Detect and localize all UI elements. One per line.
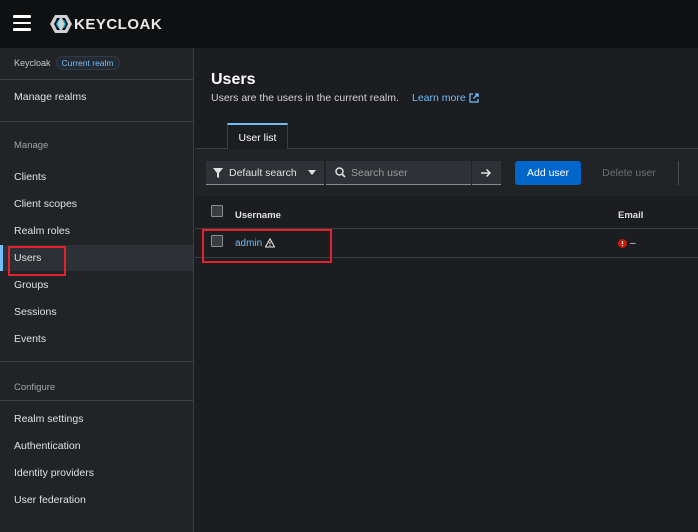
add-user-button[interactable]: Add user [515, 161, 581, 185]
column-header-email[interactable]: Email [618, 210, 643, 221]
divider [0, 121, 193, 122]
select-all-checkbox[interactable] [211, 205, 223, 217]
sidebar: Keycloak Current realm Manage realms Man… [0, 48, 194, 532]
search-type-label: Default search [229, 166, 297, 179]
sidebar-item-events[interactable]: Events [0, 326, 193, 352]
divider [0, 79, 193, 80]
search-icon [335, 167, 346, 178]
sidebar-item-identity-providers[interactable]: Identity providers [0, 460, 193, 486]
sidebar-item-client-scopes[interactable]: Client scopes [0, 191, 193, 217]
section-title-configure: Configure [14, 382, 56, 393]
username-link[interactable]: admin [235, 238, 262, 249]
current-realm-badge: Current realm [55, 56, 120, 70]
sidebar-item-clients[interactable]: Clients [0, 164, 193, 190]
realm-name: Keycloak [14, 58, 51, 68]
row-checkbox[interactable] [211, 235, 223, 247]
toolbar: Default search Add user Delete user [195, 149, 698, 196]
arrow-right-icon [481, 168, 492, 177]
sidebar-item-groups[interactable]: Groups [0, 272, 193, 298]
email-value: – [630, 238, 636, 249]
main-content: Users Users are the users in the current… [195, 48, 698, 532]
keycloak-logo[interactable]: KEYCLOAK [50, 14, 162, 34]
sidebar-item-realm-roles[interactable]: Realm roles [0, 218, 193, 244]
sidebar-item-user-federation[interactable]: User federation [0, 487, 193, 513]
table-header: Username Email [195, 198, 698, 229]
external-link-icon [469, 93, 479, 103]
error-circle-icon [618, 239, 627, 248]
page-title: Users [211, 71, 256, 88]
sidebar-item-sessions[interactable]: Sessions [0, 299, 193, 325]
section-title-manage: Manage [14, 140, 49, 151]
caret-down-icon [308, 170, 316, 175]
search-input[interactable] [351, 166, 471, 179]
search-field[interactable] [326, 161, 471, 185]
divider [0, 361, 193, 362]
toolbar-separator [678, 161, 679, 185]
realm-selector[interactable]: Keycloak Current realm [14, 56, 120, 70]
hamburger-menu-icon[interactable] [13, 15, 31, 31]
divider [0, 400, 193, 401]
learn-more-label: Learn more [412, 92, 466, 104]
sidebar-item-authentication[interactable]: Authentication [0, 433, 193, 459]
delete-user-button[interactable]: Delete user [595, 161, 663, 185]
sidebar-item-manage-realms[interactable]: Manage realms [0, 84, 193, 110]
warning-icon [265, 238, 275, 248]
sidebar-item-realm-settings[interactable]: Realm settings [0, 406, 193, 432]
brand-name: KEYCLOAK [74, 15, 163, 33]
table-row: admin – [195, 229, 698, 258]
filter-icon [213, 167, 223, 178]
learn-more-link[interactable]: Learn more [412, 92, 479, 104]
search-type-dropdown[interactable]: Default search [206, 161, 324, 185]
column-header-username[interactable]: Username [235, 210, 281, 221]
search-submit-button[interactable] [472, 161, 501, 185]
tab-user-list[interactable]: User list [227, 123, 288, 150]
keycloak-logo-icon [50, 15, 72, 33]
sidebar-item-users[interactable]: Users [0, 245, 193, 271]
page-description: Users are the users in the current realm… [211, 92, 399, 104]
email-cell: – [618, 238, 636, 249]
masthead: KEYCLOAK [0, 0, 698, 48]
